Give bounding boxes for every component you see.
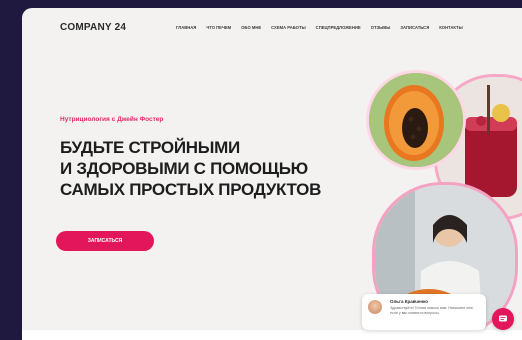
main-nav: ГЛАВНАЯ ЧТО ПЕЧЕМ ОБО МНЕ СХЕМА РАБОТЫ С… — [176, 25, 463, 30]
nav-item-about[interactable]: ОБО МНЕ — [241, 25, 261, 30]
consultant-avatar — [368, 300, 382, 314]
hero-headline: БУДЬТЕ СТРОЙНЫМИ И ЗДОРОВЫМИ С ПОМОЩЬЮ С… — [60, 137, 390, 200]
headline-line-2: И ЗДОРОВЫМИ С ПОМОЩЬЮ — [60, 159, 308, 178]
nav-item-work-scheme[interactable]: СХЕМА РАБОТЫ — [271, 25, 306, 30]
company-logo[interactable]: COMPANY 24 — [60, 22, 126, 33]
nav-item-reviews[interactable]: ОТЗЫВЫ — [371, 25, 391, 30]
nav-item-contacts[interactable]: КОНТАКТЫ — [439, 25, 462, 30]
hero-subtitle: Нутрициология с Джейн Фостер — [60, 116, 164, 123]
nav-item-home[interactable]: ГЛАВНАЯ — [176, 25, 196, 30]
papaya-illustration — [369, 73, 463, 167]
site-header: COMPANY 24 ГЛАВНАЯ ЧТО ПЕЧЕМ ОБО МНЕ СХЕ… — [22, 8, 522, 46]
hero-section: Нутрициология с Джейн Фостер БУДЬТЕ СТРО… — [60, 116, 390, 200]
chat-bubble-icon — [499, 315, 507, 322]
chat-popup[interactable]: Ольга Кравченко Здравствуйте! Готова пом… — [362, 294, 486, 330]
nav-item-what-we-bake[interactable]: ЧТО ПЕЧЕМ — [206, 25, 231, 30]
chat-open-button[interactable] — [492, 308, 514, 330]
bottom-strip — [22, 330, 522, 340]
consultant-name: Ольга Кравченко — [390, 299, 429, 304]
headline-line-3: САМЫХ ПРОСТЫХ ПРОДУКТОВ — [60, 180, 322, 199]
papaya-photo — [366, 70, 466, 170]
signup-button[interactable]: ЗАПИСАТЬСЯ — [56, 231, 154, 251]
nav-item-special-offer[interactable]: СПЕЦПРЕДЛОЖЕНИЕ — [316, 25, 361, 30]
headline-line-1: БУДЬТЕ СТРОЙНЫМИ — [60, 138, 240, 157]
landing-page: COMPANY 24 ГЛАВНАЯ ЧТО ПЕЧЕМ ОБО МНЕ СХЕ… — [22, 8, 522, 340]
nav-item-signup[interactable]: ЗАПИСАТЬСЯ — [400, 25, 429, 30]
chat-message: Здравствуйте! Готова помочь вам. Напишит… — [390, 306, 474, 315]
